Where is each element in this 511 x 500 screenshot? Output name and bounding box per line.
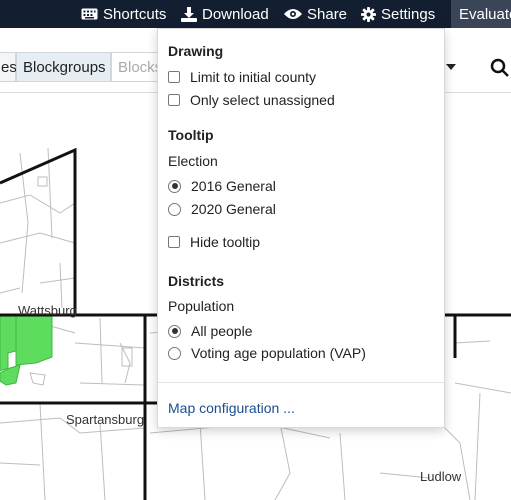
hide-tooltip-checkbox[interactable]: Hide tooltip xyxy=(168,234,260,250)
radio-selected xyxy=(168,179,181,193)
only-select-unassigned-label: Only select unassigned xyxy=(190,92,335,108)
election-2020-label: 2020 General xyxy=(191,201,276,217)
map-configuration-link[interactable]: Map configuration ... xyxy=(168,400,295,416)
only-select-unassigned-checkbox[interactable]: Only select unassigned xyxy=(168,92,335,108)
download-label: Download xyxy=(202,5,269,23)
gear-icon xyxy=(361,6,376,22)
population-subheading: Population xyxy=(168,298,235,314)
districts-heading: Districts xyxy=(168,273,225,289)
settings-label: Settings xyxy=(381,5,436,23)
election-subheading: Election xyxy=(168,153,218,169)
chevron-down-icon[interactable] xyxy=(446,64,456,70)
shortcuts-label: Shortcuts xyxy=(103,5,167,23)
vap-radio[interactable]: Voting age population (VAP) xyxy=(168,345,366,361)
checkbox-box xyxy=(168,71,180,83)
download-icon xyxy=(181,6,197,22)
share-button[interactable]: Share xyxy=(284,0,347,28)
election-2016-label: 2016 General xyxy=(191,178,276,194)
map-label-spartansburg: Spartansburg xyxy=(66,412,144,427)
map-label-wattsburg: Wattsburg xyxy=(18,303,77,318)
share-label: Share xyxy=(307,5,348,23)
eye-icon xyxy=(284,9,302,19)
limit-initial-county-label: Limit to initial county xyxy=(190,69,317,85)
settings-button[interactable]: Settings xyxy=(361,0,435,28)
menu-divider xyxy=(158,382,444,383)
radio-selected xyxy=(168,324,181,338)
evaluate-button[interactable]: Evaluate xyxy=(451,0,511,28)
keyboard-icon xyxy=(81,8,98,20)
election-2020-radio[interactable]: 2020 General xyxy=(168,201,276,217)
drawing-heading: Drawing xyxy=(168,43,224,59)
download-button[interactable]: Download xyxy=(181,0,269,28)
search-icon[interactable] xyxy=(490,58,510,83)
evaluate-label: Evaluate xyxy=(459,5,511,23)
shortcuts-button[interactable]: Shortcuts xyxy=(81,0,166,28)
tooltip-heading: Tooltip xyxy=(168,127,214,143)
election-2016-radio[interactable]: 2016 General xyxy=(168,178,276,194)
unit-blockgroups-button[interactable]: Blockgroups xyxy=(16,52,111,82)
settings-menu: Drawing Limit to initial county Only sel… xyxy=(157,28,445,428)
limit-initial-county-checkbox[interactable]: Limit to initial county xyxy=(168,69,316,85)
vap-label: Voting age population (VAP) xyxy=(191,345,366,361)
all-people-radio[interactable]: All people xyxy=(168,323,253,339)
checkbox-box xyxy=(168,94,180,106)
radio-unselected xyxy=(168,202,181,216)
all-people-label: All people xyxy=(191,323,253,339)
map-label-ludlow: Ludlow xyxy=(420,469,462,484)
hide-tooltip-label: Hide tooltip xyxy=(190,234,261,250)
checkbox-box xyxy=(168,236,180,248)
unit-counties-button[interactable]: es xyxy=(0,52,17,82)
top-navbar: Shortcuts Download Share Settings Evalua… xyxy=(0,0,511,28)
radio-unselected xyxy=(168,346,181,360)
